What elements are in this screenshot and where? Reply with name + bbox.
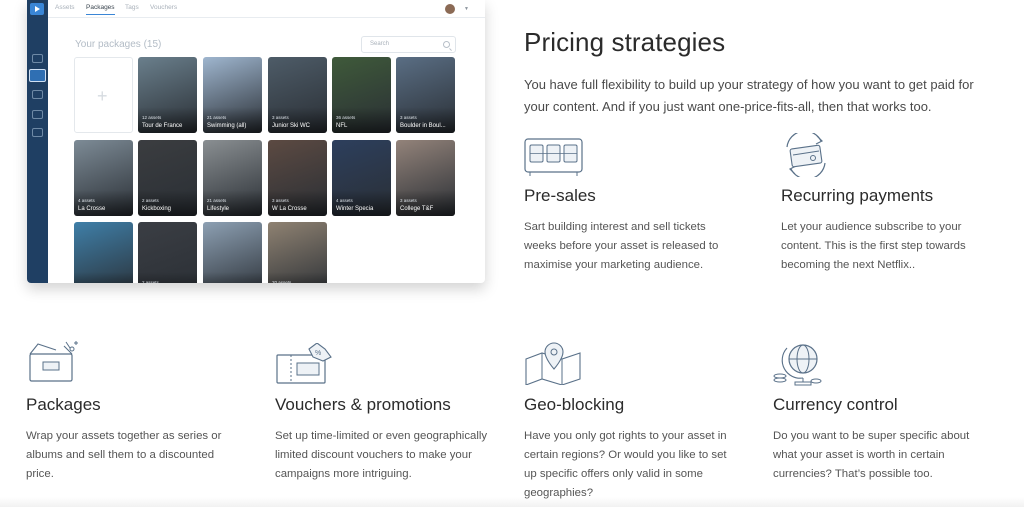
- search-icon: [443, 41, 450, 48]
- avatar[interactable]: [445, 4, 455, 14]
- app-logo-icon: [30, 3, 44, 15]
- page-lead: You have full flexibility to build up yo…: [524, 77, 974, 114]
- packages-icon[interactable]: [29, 69, 46, 82]
- gear-icon[interactable]: [32, 128, 43, 137]
- vouchers-title: Vouchers & promotions: [275, 395, 451, 414]
- package-tile[interactable]: 3 assets Junior Ski WC: [268, 57, 327, 133]
- tile-shade: [203, 272, 262, 283]
- vouchers-desc: Set up time-limited or even geographical…: [275, 430, 488, 480]
- tile-asset-count: 3 assets: [272, 198, 289, 203]
- map-pin-icon: [525, 342, 581, 385]
- packages-title: Your packages (15): [75, 39, 162, 50]
- chevron-down-icon[interactable]: ▼: [464, 6, 469, 12]
- users-icon[interactable]: [32, 90, 43, 99]
- package-tile[interactable]: 36 assets NFL: [332, 57, 391, 133]
- presales-desc: Sart building interest and sell tickets …: [524, 221, 719, 271]
- tile-shade: [268, 107, 327, 133]
- package-tile[interactable]: 21 assets Swimming (all): [203, 57, 262, 133]
- package-tile[interactable]: 3 assets Boulder in Boul...: [396, 57, 455, 133]
- tile-name: Boulder in Boul...: [400, 123, 446, 129]
- recurring-desc: Let your audience subscribe to your cont…: [781, 221, 966, 271]
- tile-shade: [396, 190, 455, 216]
- package-tile[interactable]: 20 assets: [268, 222, 327, 283]
- app-screenshot: Assets Packages Tags Vouchers ▼ Your pac…: [27, 0, 485, 283]
- tab-packages[interactable]: Packages: [86, 4, 115, 15]
- card-payment-icon: [786, 133, 826, 177]
- tile-asset-count: 4 assets: [78, 198, 95, 203]
- geo-desc: Have you only got rights to your asset i…: [524, 430, 727, 499]
- tile-name: La Crosse: [78, 206, 106, 212]
- currency-desc: Do you want to be super specific about w…: [773, 430, 970, 480]
- package-tile[interactable]: 4 assets Winter Specia: [332, 140, 391, 216]
- package-tile[interactable]: 3 assets College T&F: [396, 140, 455, 216]
- package-tile[interactable]: 12 assets Tour de France: [138, 57, 197, 133]
- tile-name: Tour de France: [142, 123, 183, 129]
- tile-asset-count: 3 assets: [400, 198, 417, 203]
- tile-asset-count: 4 assets: [336, 198, 353, 203]
- app-sidebar: [27, 0, 48, 283]
- packages-feature-desc: Wrap your assets together as series or a…: [26, 430, 222, 480]
- tile-asset-count: 21 assets: [207, 198, 227, 203]
- tile-name: Winter Specia: [336, 206, 374, 212]
- package-tile[interactable]: [74, 222, 133, 283]
- packages-feature-title: Packages: [26, 395, 101, 414]
- package-tile[interactable]: 2 assets: [138, 222, 197, 283]
- tile-asset-count: 20 assets: [272, 280, 292, 283]
- tile-name: College T&F: [400, 206, 434, 212]
- globe-icon: [773, 344, 822, 386]
- tile-shade: [203, 190, 262, 216]
- tile-shade: [203, 107, 262, 133]
- tab-vouchers[interactable]: Vouchers: [150, 4, 177, 11]
- app-topbar: Assets Packages Tags Vouchers ▼: [48, 0, 485, 18]
- tile-asset-count: 2 assets: [142, 198, 159, 203]
- tile-shade: [138, 190, 197, 216]
- package-tile[interactable]: 21 assets Lifestyle: [203, 140, 262, 216]
- tile-shade: [396, 107, 455, 133]
- tile-asset-count: 2 assets: [142, 280, 159, 283]
- tab-assets[interactable]: Assets: [55, 4, 75, 11]
- tile-name: Lifestyle: [207, 206, 230, 212]
- package-tile[interactable]: 2 assets Kickboxing: [138, 140, 197, 216]
- package-tile[interactable]: [203, 222, 262, 283]
- tile-shade: [138, 107, 197, 133]
- tile-shade: [74, 190, 133, 216]
- tile-name: Kickboxing: [142, 206, 172, 212]
- geo-title: Geo-blocking: [524, 395, 625, 414]
- tile-asset-count: 36 assets: [336, 115, 356, 120]
- tile-asset-count: 3 assets: [272, 115, 289, 120]
- currency-title: Currency control: [773, 395, 898, 414]
- scoreboard-icon: [524, 138, 583, 176]
- voucher-icon: %: [276, 343, 332, 384]
- tile-shade: [74, 272, 133, 283]
- tile-shade: [268, 190, 327, 216]
- tile-name: W La Crosse: [272, 206, 307, 212]
- tile-name: NFL: [336, 123, 348, 129]
- tile-shade: [332, 190, 391, 216]
- gift-box-icon: [29, 341, 78, 382]
- chart-icon[interactable]: [32, 54, 43, 63]
- section-divider: [0, 497, 1024, 507]
- page-title: Pricing strategies: [524, 27, 726, 57]
- svg-text:%: %: [315, 350, 321, 357]
- plus-icon: +: [97, 86, 108, 106]
- tile-asset-count: 12 assets: [142, 115, 162, 120]
- tile-name: Swimming (all): [207, 123, 247, 129]
- tile-asset-count: 3 assets: [400, 115, 417, 120]
- package-tile[interactable]: 4 assets La Crosse: [74, 140, 133, 216]
- tile-name: Junior Ski WC: [272, 123, 311, 129]
- tile-asset-count: 21 assets: [207, 115, 227, 120]
- package-tile[interactable]: 3 assets W La Crosse: [268, 140, 327, 216]
- grid-icon[interactable]: [32, 110, 43, 119]
- search-placeholder: Search: [370, 41, 390, 47]
- tab-tags[interactable]: Tags: [125, 4, 139, 11]
- search-input[interactable]: Search: [361, 36, 456, 53]
- recurring-title: Recurring payments: [781, 186, 934, 205]
- presales-title: Pre-sales: [524, 186, 596, 205]
- tile-shade: [332, 107, 391, 133]
- add-package-tile[interactable]: +: [74, 57, 133, 133]
